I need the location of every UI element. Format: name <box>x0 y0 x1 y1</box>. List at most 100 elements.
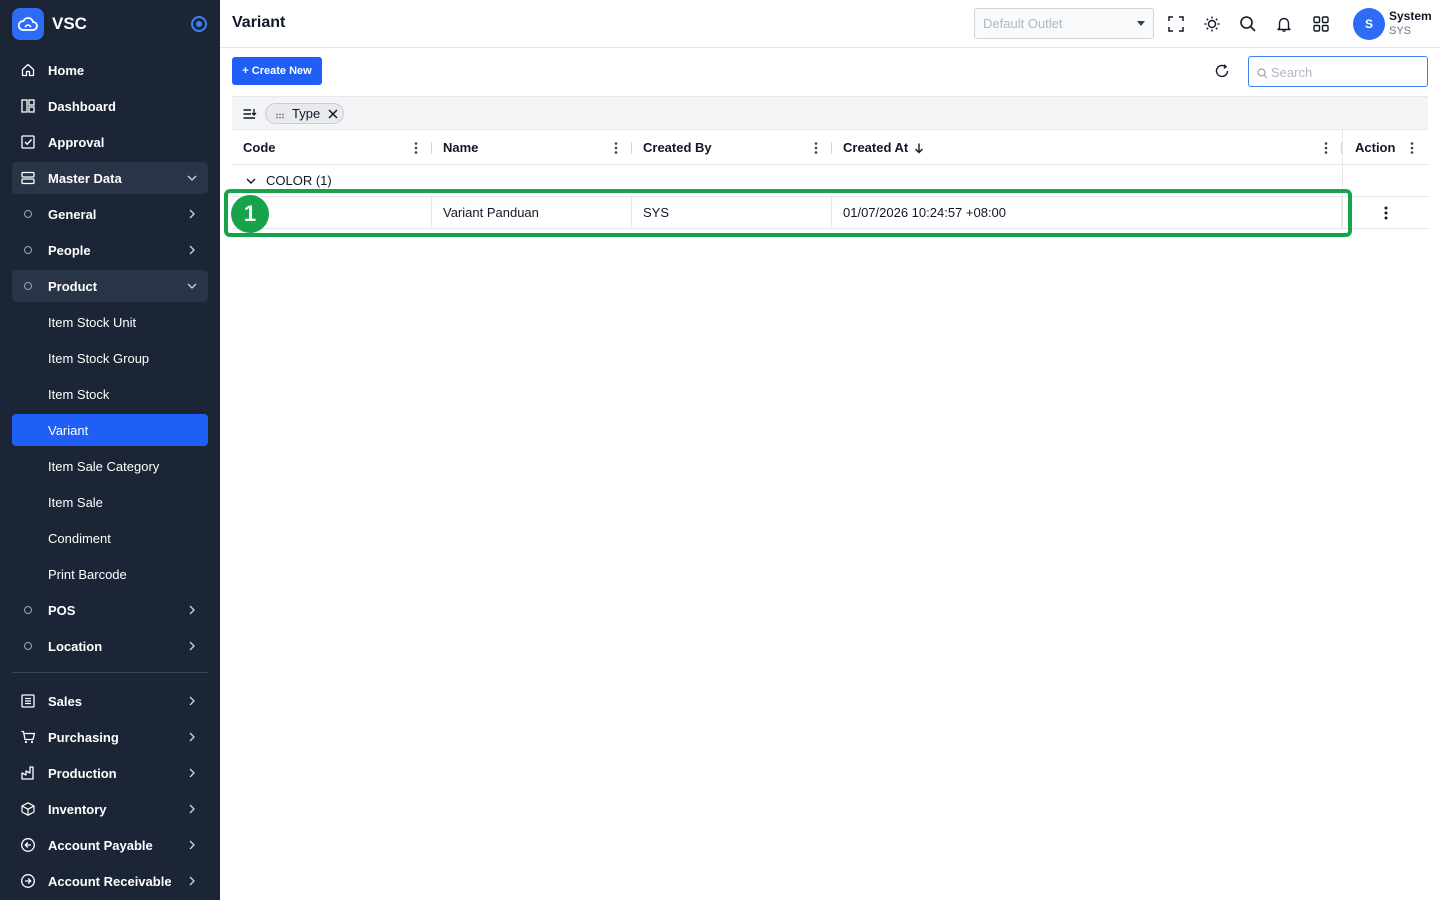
sidebar-item-item-sale[interactable]: Item Sale <box>12 486 208 518</box>
brand[interactable]: VSC <box>12 8 208 40</box>
avatar[interactable]: S <box>1353 8 1385 40</box>
chevron-right-icon <box>186 839 198 851</box>
column-menu-icon[interactable] <box>614 141 618 155</box>
top-header: Variant Default Outlet S System SYS <box>220 0 1440 48</box>
row-action-menu-icon[interactable] <box>1384 205 1388 221</box>
create-new-button[interactable]: + Create New <box>232 57 322 85</box>
sidebar-item-label: Inventory <box>48 801 107 817</box>
sidebar-item-purchasing[interactable]: Purchasing <box>12 721 208 753</box>
sidebar-item-condiment[interactable]: Condiment <box>12 522 208 554</box>
fullscreen-icon[interactable] <box>1166 14 1186 34</box>
group-by-icon[interactable] <box>242 106 258 122</box>
chevron-right-icon <box>186 208 198 220</box>
column-menu-icon[interactable] <box>414 141 418 155</box>
sort-descending-icon[interactable] <box>913 142 925 154</box>
circle-bullet-icon <box>24 642 32 650</box>
column-header-label: Code <box>243 140 276 155</box>
sidebar-item-master-data[interactable]: Master Data <box>12 162 208 194</box>
sidebar-item-label: Variant <box>48 422 89 438</box>
bell-icon[interactable] <box>1274 14 1294 34</box>
column-menu-icon[interactable] <box>1324 141 1328 155</box>
dashboard-icon <box>20 98 36 114</box>
circle-bullet-icon <box>24 210 32 218</box>
chevron-down-icon[interactable] <box>245 175 257 187</box>
sidebar-item-sales[interactable]: Sales <box>12 685 208 717</box>
sidebar-item-item-stock-group[interactable]: Item Stock Group <box>12 342 208 374</box>
sidebar-item-label: Product <box>48 278 98 294</box>
sidebar-item-inventory[interactable]: Inventory <box>12 793 208 825</box>
column-header-code[interactable]: Code <box>232 130 432 165</box>
sidebar-item-label: Print Barcode <box>48 566 127 582</box>
sidebar-item-item-stock[interactable]: Item Stock <box>12 378 208 410</box>
sidebar-item-label: Location <box>48 638 103 654</box>
sidebar-item-print-barcode[interactable]: Print Barcode <box>12 558 208 590</box>
chevron-right-icon <box>186 767 198 779</box>
sidebar-item-item-stock-unit[interactable]: Item Stock Unit <box>12 306 208 338</box>
search-field[interactable] <box>1248 56 1428 87</box>
sidebar-item-label: Purchasing <box>48 729 119 745</box>
column-header-created-by[interactable]: Created By <box>632 130 832 165</box>
outlet-select-placeholder: Default Outlet <box>983 16 1063 31</box>
sidebar-item-label: POS <box>48 602 76 618</box>
chevron-right-icon <box>186 803 198 815</box>
sidebar-item-product[interactable]: Product <box>12 270 208 302</box>
sidebar-item-label: Item Stock Unit <box>48 314 137 330</box>
close-icon[interactable] <box>327 108 339 120</box>
sidebar-item-label: Master Data <box>48 170 122 186</box>
factory-icon <box>20 765 36 781</box>
box-icon <box>20 801 36 817</box>
sun-icon[interactable] <box>1202 14 1222 34</box>
refresh-icon[interactable] <box>1213 62 1231 80</box>
sidebar-item-variant[interactable]: Variant <box>12 414 208 446</box>
column-menu-icon[interactable] <box>814 141 818 155</box>
sidebar-toggle-icon[interactable] <box>191 16 207 32</box>
sidebar-item-label: Dashboard <box>48 98 116 114</box>
chevron-right-icon <box>186 640 198 652</box>
database-icon <box>20 170 36 186</box>
sidebar-item-approval[interactable]: Approval <box>12 126 208 158</box>
outlet-select[interactable]: Default Outlet <box>974 8 1154 39</box>
sidebar: VSC Home Dashboard Approval Master Data … <box>0 0 220 900</box>
column-header-label: Name <box>443 140 479 155</box>
sidebar-item-pos[interactable]: POS <box>12 594 208 626</box>
row-highlight-box <box>224 189 1352 237</box>
search-input[interactable] <box>1271 63 1421 81</box>
column-header-action[interactable]: Action <box>1344 130 1428 165</box>
sidebar-item-account-payable[interactable]: Account Payable <box>12 829 208 861</box>
sidebar-item-location[interactable]: Location <box>12 630 208 662</box>
chevron-right-icon <box>186 244 198 256</box>
grouping-bar: Type <box>232 96 1428 130</box>
sidebar-item-people[interactable]: People <box>12 234 208 266</box>
sidebar-item-label: Approval <box>48 134 105 150</box>
circle-bullet-icon <box>24 606 32 614</box>
sidebar-item-label: Account Payable <box>48 837 153 853</box>
sidebar-item-label: General <box>48 206 97 222</box>
step-badge: 1 <box>231 195 269 233</box>
search-icon[interactable] <box>1238 14 1258 34</box>
column-header-name[interactable]: Name <box>432 130 632 165</box>
sidebar-item-label: Account Receivable <box>48 873 172 889</box>
sidebar-item-label: Home <box>48 62 85 78</box>
group-chip-type[interactable]: Type <box>265 103 344 124</box>
sidebar-item-label: Item Sale Category <box>48 458 160 474</box>
sidebar-nav: Home Dashboard Approval Master Data Gene… <box>12 54 208 901</box>
sidebar-item-account-receivable[interactable]: Account Receivable <box>12 865 208 897</box>
group-row-label: COLOR (1) <box>266 173 332 188</box>
chevron-right-icon <box>186 695 198 707</box>
chevron-right-icon <box>186 875 198 887</box>
column-header-created-at[interactable]: Created At <box>832 130 1342 165</box>
sidebar-item-label: Item Sale <box>48 494 103 510</box>
sidebar-item-item-sale-category[interactable]: Item Sale Category <box>12 450 208 482</box>
sidebar-divider <box>12 672 208 673</box>
apps-grid-icon[interactable] <box>1311 14 1331 34</box>
sidebar-item-production[interactable]: Production <box>12 757 208 789</box>
column-menu-icon[interactable] <box>1410 141 1414 155</box>
drag-handle-icon[interactable] <box>275 109 285 119</box>
circle-bullet-icon <box>24 282 32 290</box>
sidebar-item-dashboard[interactable]: Dashboard <box>12 90 208 122</box>
sidebar-item-home[interactable]: Home <box>12 54 208 86</box>
sidebar-item-general[interactable]: General <box>12 198 208 230</box>
sidebar-item-label: Item Stock <box>48 386 110 402</box>
caret-down-icon <box>1137 21 1145 26</box>
column-header-label: Created At <box>843 140 909 155</box>
